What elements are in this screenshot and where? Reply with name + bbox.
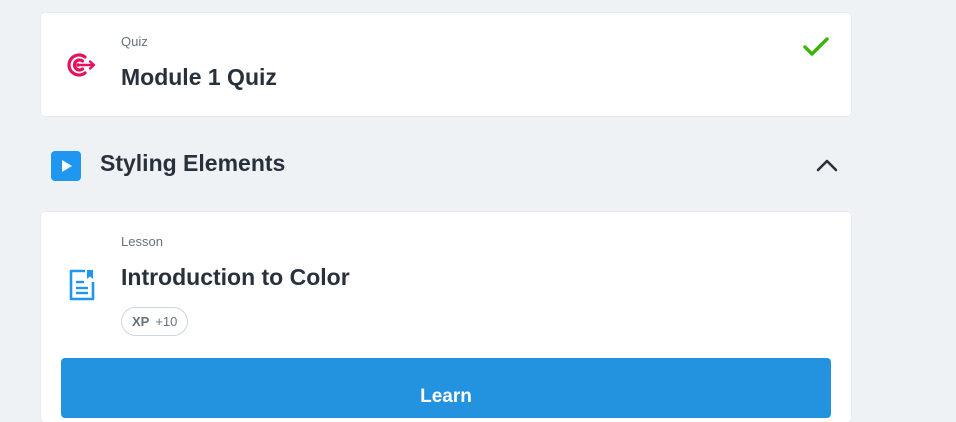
play-icon	[51, 151, 81, 181]
document-icon	[68, 268, 96, 302]
quiz-card[interactable]: Quiz Module 1 Quiz	[41, 13, 851, 116]
section-title: Styling Elements	[100, 150, 286, 176]
item-type-label: Lesson	[121, 234, 163, 249]
target-icon	[64, 51, 98, 79]
item-title[interactable]: Introduction to Color	[121, 264, 350, 291]
xp-badge: XP +10	[121, 307, 189, 336]
xp-value: +10	[155, 314, 178, 329]
item-title[interactable]: Module 1 Quiz	[121, 64, 277, 91]
xp-label: XP	[132, 314, 150, 329]
check-icon	[801, 35, 831, 59]
chevron-up-icon[interactable]	[815, 153, 839, 177]
item-type-label: Quiz	[121, 34, 148, 49]
learn-button[interactable]: Learn	[61, 358, 831, 418]
lesson-card[interactable]: Lesson Introduction to Color XP +10 Lear…	[41, 212, 851, 422]
section-header[interactable]: Styling Elements	[41, 140, 851, 188]
